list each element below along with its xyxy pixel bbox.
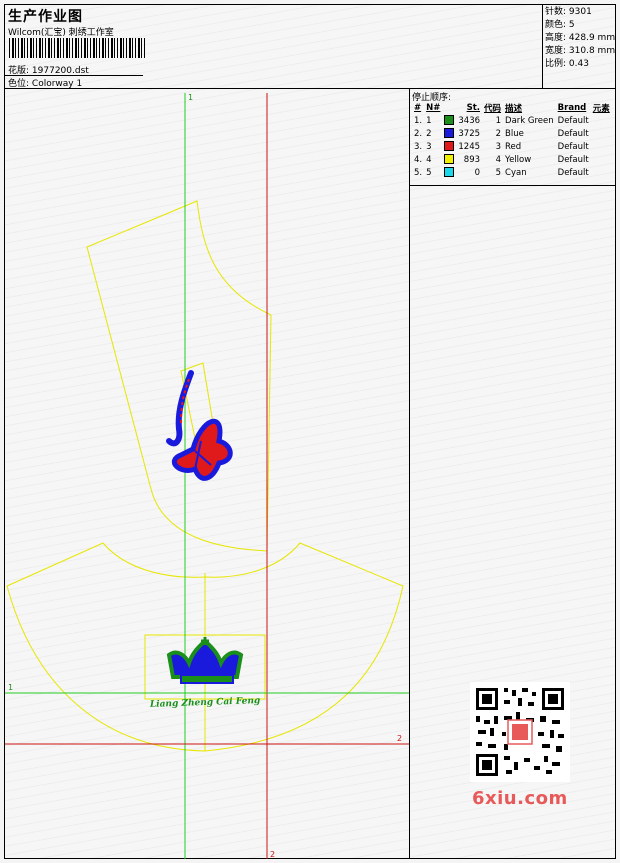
color-swatch-cell: [442, 140, 456, 153]
table-row: 1. 1 3436 1 Dark Green Default: [412, 114, 612, 127]
col-header: 元素: [592, 103, 610, 114]
table-cell: 3: [495, 141, 502, 152]
color-swatch-cell: [442, 153, 456, 166]
qr-code: [470, 682, 570, 782]
color-swatch-cell: [442, 166, 456, 179]
red-v-axis-label: 2: [270, 850, 275, 859]
table-cell: Default: [557, 115, 589, 126]
table-cell: 0: [474, 167, 481, 178]
design-drawing: Liang Zheng Cai Feng 1 1 2 2: [5, 93, 409, 859]
table-cell: 1245: [458, 141, 481, 152]
upper-piece-outline: [86, 200, 272, 552]
table-cell: 1: [426, 115, 432, 126]
table-cell: 5.: [414, 167, 423, 178]
table-header-row: # N# St. 代码 描述 Brand 元素: [412, 101, 612, 114]
table-row: 3. 3 1245 3 Red Default: [412, 140, 612, 153]
table-cell: 5: [495, 167, 502, 178]
color-swatch: [444, 154, 455, 165]
colorway-value: Colorway 1: [31, 79, 83, 89]
stat-colors: 颜色: 5: [545, 20, 575, 30]
table-cell: Dark Green: [505, 115, 554, 126]
table-cell: Red: [505, 141, 522, 152]
barcode: [9, 38, 145, 58]
col-header: N#: [426, 102, 441, 113]
table-cell: [591, 153, 612, 166]
color-swatch: [444, 167, 455, 178]
col-header: 代码: [484, 103, 502, 114]
col-header: [442, 101, 456, 114]
crown-design: Liang Zheng Cai Feng: [149, 637, 261, 710]
stat-stitches: 针数: 9301: [545, 7, 592, 17]
color-swatch-cell: [442, 114, 456, 127]
design-canvas: Liang Zheng Cai Feng 1 1 2 2: [5, 89, 409, 859]
table-cell: Default: [557, 154, 589, 165]
table-cell: Default: [557, 167, 589, 178]
table-cell: 4.: [414, 154, 423, 165]
table-cell: [591, 166, 612, 179]
table-cell: 4: [495, 154, 502, 165]
table-cell: Default: [557, 128, 589, 139]
butterfly-design: [166, 370, 233, 481]
table-row: 4. 4 893 4 Yellow Default: [412, 153, 612, 166]
stats-panel: 针数: 9301 颜色: 5 高度: 428.9 mm 宽度: 310.8 mm…: [543, 5, 616, 89]
table-cell: 3: [426, 141, 432, 152]
col-header: 描述: [505, 103, 523, 114]
table-cell: 1.: [414, 115, 423, 126]
crown-script-text: Liang Zheng Cai Feng: [149, 696, 261, 710]
table-cell: [591, 114, 612, 127]
colorway-label: 色位:: [8, 79, 30, 89]
table-cell: Default: [557, 141, 589, 152]
green-h-axis-label: 1: [8, 683, 13, 692]
watermark-logo: 6xiu.com: [472, 788, 568, 809]
red-h-axis-label: 2: [397, 734, 402, 743]
table-cell: 2.: [414, 128, 423, 139]
panel-divider: [410, 185, 616, 186]
table-cell: 893: [463, 154, 481, 165]
stat-scale: 比例: 0.43: [545, 59, 589, 69]
header-info: 生产作业图 Wilcom(汇宝) 刺绣工作室 花版: 1977200.dst 色…: [5, 5, 543, 89]
table-cell: 3436: [458, 115, 481, 126]
colorway: 色位: Colorway 1: [8, 76, 82, 89]
table-cell: 2: [495, 128, 502, 139]
table-cell: 3.: [414, 141, 423, 152]
table-cell: Yellow: [505, 154, 532, 165]
color-swatch: [444, 141, 455, 152]
table-cell: Cyan: [505, 167, 527, 178]
sheet-title: 生产作业图: [8, 9, 83, 25]
stop-sequence-table: # N# St. 代码 描述 Brand 元素 1. 1 3436 1 Dark Gre…: [412, 101, 612, 179]
table-cell: 4: [426, 154, 432, 165]
table-cell: Blue: [505, 128, 524, 139]
table-cell: [591, 127, 612, 140]
table-cell: 5: [426, 167, 432, 178]
stat-width: 宽度: 310.8 mm: [545, 46, 616, 56]
table-cell: [591, 140, 612, 153]
color-swatch: [444, 128, 455, 139]
table-cell: 2: [426, 128, 432, 139]
table-cell: 1: [495, 115, 502, 126]
table-row: 2. 2 3725 2 Blue Default: [412, 127, 612, 140]
color-swatch-cell: [442, 127, 456, 140]
company-name: Wilcom(汇宝) 刺绣工作室: [8, 28, 114, 38]
col-header: St.: [466, 102, 481, 113]
color-swatch: [444, 115, 455, 126]
stat-height: 高度: 428.9 mm: [545, 33, 616, 43]
col-header: #: [414, 102, 422, 113]
col-header: Brand: [557, 102, 587, 113]
table-row: 5. 5 0 5 Cyan Default: [412, 166, 612, 179]
green-v-axis-label: 1: [188, 93, 193, 102]
table-cell: 3725: [458, 128, 481, 139]
